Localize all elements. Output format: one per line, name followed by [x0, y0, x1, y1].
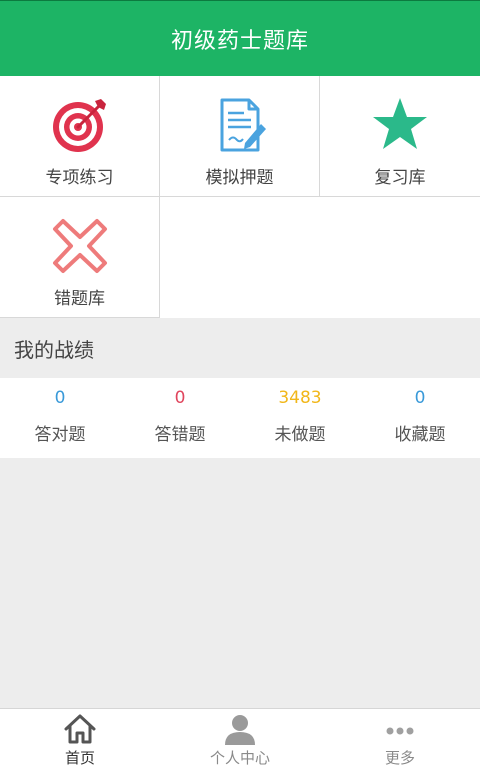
- stat-correct[interactable]: 0 答对题: [0, 378, 120, 458]
- record-stats: 0 答对题 0 答错题 3483 未做题 0 收藏题: [0, 378, 480, 458]
- stat-favorite[interactable]: 0 收藏题: [360, 378, 480, 458]
- stat-correct-label: 答对题: [34, 425, 86, 445]
- special-practice-label: 专项练习: [45, 168, 114, 188]
- special-practice-button[interactable]: 专项练习: [0, 76, 160, 197]
- record-section-title: 我的战绩: [0, 318, 480, 378]
- mock-exam-button[interactable]: 模拟押题: [160, 76, 320, 197]
- feature-grid: 专项练习 模拟押题 复习库 错题库: [0, 76, 480, 318]
- stat-favorite-label: 收藏题: [394, 425, 446, 445]
- app-header: 初级药士题库: [0, 0, 480, 76]
- stat-wrong-value: 0: [174, 388, 186, 408]
- page-title: 初级药士题库: [170, 28, 309, 54]
- stat-undone-label: 未做题: [274, 425, 326, 445]
- cross-icon: [51, 217, 109, 275]
- review-bank-label: 复习库: [374, 168, 426, 188]
- tab-home-label: 首页: [64, 749, 95, 767]
- stat-undone-value: 3483: [278, 388, 322, 408]
- star-icon: [371, 96, 429, 154]
- tab-profile[interactable]: 个人中心: [160, 709, 320, 769]
- home-icon: [63, 713, 97, 745]
- stat-wrong-label: 答错题: [154, 425, 206, 445]
- bottom-tab-bar: 首页 个人中心 更多: [0, 708, 480, 769]
- grid-empty-area: [160, 197, 480, 318]
- target-icon: [51, 96, 109, 154]
- wrong-bank-label: 错题库: [54, 289, 105, 309]
- mock-exam-label: 模拟押题: [205, 168, 274, 188]
- more-icon: [383, 713, 417, 745]
- stat-correct-value: 0: [54, 388, 66, 408]
- wrong-bank-button[interactable]: 错题库: [0, 197, 160, 318]
- person-icon: [223, 713, 257, 745]
- stat-wrong[interactable]: 0 答错题: [120, 378, 240, 458]
- tab-profile-label: 个人中心: [209, 749, 270, 767]
- document-pen-icon: [211, 96, 269, 154]
- tab-more[interactable]: 更多: [320, 709, 480, 769]
- tab-more-label: 更多: [384, 749, 415, 767]
- stat-favorite-value: 0: [414, 388, 426, 408]
- tab-home[interactable]: 首页: [0, 709, 160, 769]
- app-root: 初级药士题库 专项练习 模拟押题 复习库 错题库 我的战绩 0 答对题 0 答错…: [0, 0, 480, 769]
- review-bank-button[interactable]: 复习库: [320, 76, 480, 197]
- stat-undone[interactable]: 3483 未做题: [240, 378, 360, 458]
